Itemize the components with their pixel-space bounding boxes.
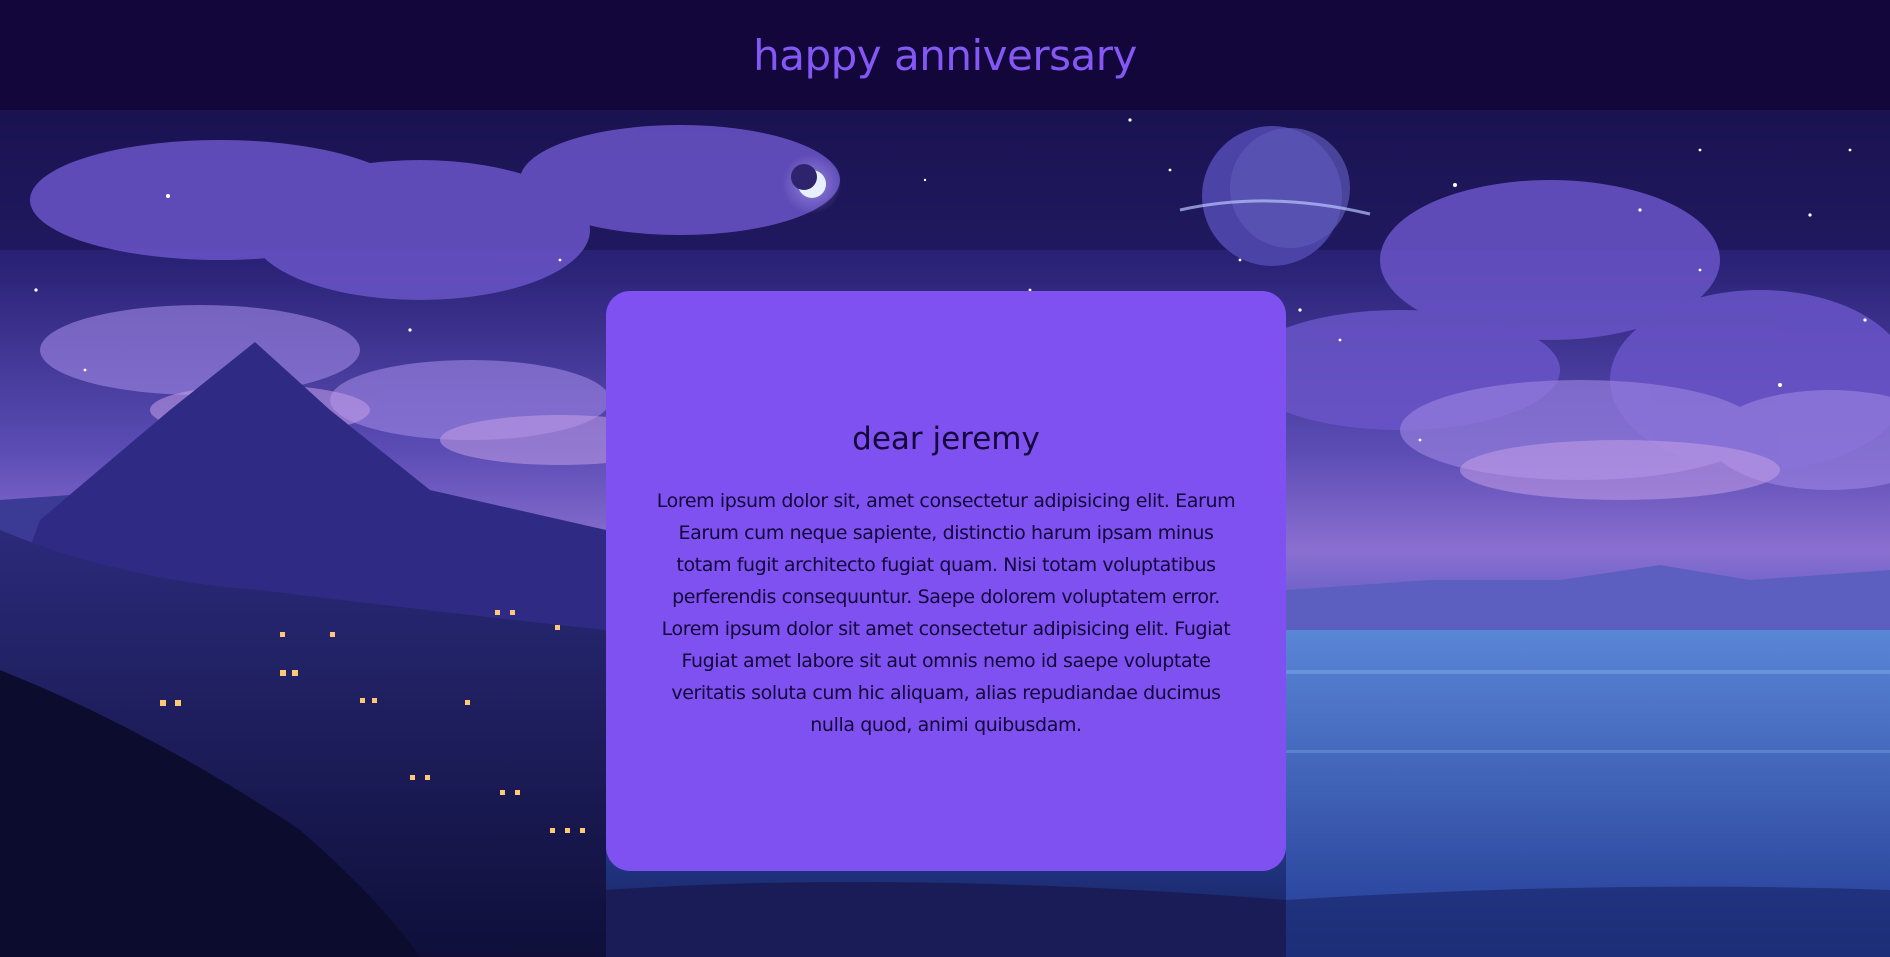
card-message: Lorem ipsum dolor sit, amet consectetur …: [656, 490, 1236, 736]
moon-icon: [782, 154, 842, 214]
page-title: happy anniversary: [753, 30, 1137, 80]
page: happy anniversary dear jeremy Lorem ipsu…: [0, 0, 1890, 957]
card-greeting: dear jeremy: [852, 421, 1040, 457]
message-card: dear jeremy Lorem ipsum dolor sit, amet …: [606, 291, 1286, 871]
header-bar: happy anniversary: [0, 0, 1890, 110]
